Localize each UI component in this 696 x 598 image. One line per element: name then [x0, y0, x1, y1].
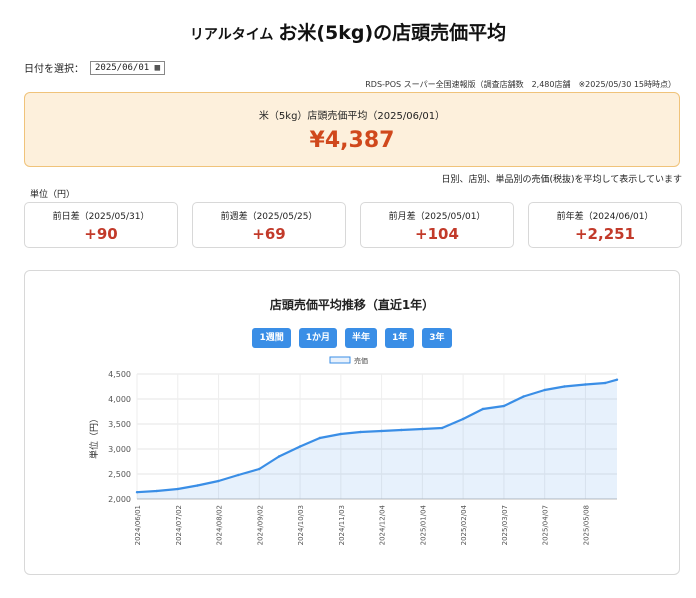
x-tick-label: 2024/07/02 — [175, 505, 183, 545]
data-point — [176, 487, 179, 491]
diff-value: +2,251 — [574, 225, 635, 243]
diff-card-week: 前週差（2025/05/25） +69 — [192, 202, 346, 248]
y-tick-label: 3,000 — [108, 445, 131, 454]
data-point — [135, 491, 139, 494]
x-tick-label: 2025/02/04 — [460, 504, 468, 545]
diff-value: +104 — [415, 225, 459, 243]
calendar-icon[interactable]: ▦ — [155, 63, 160, 73]
y-tick-label: 3,500 — [108, 420, 131, 429]
title-prefix: リアルタイム — [189, 27, 279, 43]
legend-label: 売価 — [354, 356, 368, 365]
data-point — [461, 417, 465, 421]
y-tick-label: 4,500 — [108, 370, 131, 379]
x-tick-label: 2025/03/07 — [501, 505, 509, 545]
diff-label: 前日差（2025/05/31） — [52, 212, 150, 222]
x-tick-label: 2024/12/04 — [379, 504, 387, 545]
x-tick-label: 2024/10/03 — [297, 505, 305, 545]
date-input-value: 2025/06/01 — [95, 62, 150, 73]
data-point — [584, 383, 587, 386]
date-input[interactable]: 2025/06/01 ▦ — [90, 60, 166, 75]
calc-note: 日別、店別、単品別の売価(税抜)を平均して表示しています — [441, 175, 682, 185]
data-point — [298, 445, 302, 448]
date-select-row: 日付を選択： 2025/06/01 ▦ — [24, 60, 166, 75]
title-main: お米(5kg)の店頭売価平均 — [278, 22, 507, 44]
date-select-label: 日付を選択： — [24, 64, 84, 75]
price-trend-chart: 2,000 2,500 3,000 3,500 4,000 4,500 2024/06/01… — [88, 356, 619, 545]
diff-label: 前年差（2024/06/01） — [556, 212, 654, 222]
data-point — [237, 473, 240, 477]
data-point — [380, 429, 383, 433]
data-point — [258, 467, 261, 471]
diff-label: 前週差（2025/05/25） — [220, 212, 318, 222]
diff-value: +69 — [252, 225, 286, 243]
diff-card-day: 前日差（2025/05/31） +90 — [24, 202, 178, 248]
y-tick-label: 2,000 — [108, 495, 131, 504]
data-point — [339, 432, 342, 436]
x-tick-label: 2024/11/03 — [338, 505, 346, 545]
data-point — [277, 455, 281, 458]
legend-swatch — [329, 356, 351, 364]
diff-label: 前月差（2025/05/01） — [388, 212, 486, 222]
data-point — [522, 395, 525, 398]
data-point — [155, 489, 158, 493]
x-tick-label: 2024/06/01 — [134, 505, 142, 545]
data-point — [563, 385, 566, 388]
y-axis-label: 単位（円） — [88, 414, 100, 459]
data-point — [604, 381, 607, 385]
diff-card-year: 前年差（2024/06/01） +2,251 — [528, 202, 682, 248]
x-tick-label: 2025/05/08 — [582, 505, 590, 545]
data-point — [440, 426, 444, 430]
data-point — [615, 378, 619, 381]
x-tick-label: 2025/01/04 — [419, 504, 427, 545]
page-title: リアルタイム お米(5kg)の店頭売価平均 — [0, 18, 696, 45]
y-tick-label: 2,500 — [108, 470, 131, 479]
series-area — [137, 379, 617, 499]
average-value: ¥4,387 — [309, 128, 395, 153]
data-point — [318, 436, 321, 440]
diff-value: +90 — [84, 225, 118, 243]
unit-label: 単位（円） — [30, 190, 76, 200]
data-point — [217, 479, 220, 483]
source-note: RDS-POS スーパー全国速報版（調査店舗数 2,480店舗 ※2025/05… — [365, 80, 676, 89]
chart-card: 店頭売価平均推移（直近1年） 1週間 1か月 半年 1年 3年 2,000 2,5… — [24, 270, 680, 575]
y-tick-label: 4,000 — [108, 395, 131, 404]
data-point — [359, 430, 362, 434]
data-point — [400, 428, 403, 432]
data-point — [502, 404, 506, 408]
data-point — [196, 484, 199, 487]
data-point — [421, 427, 424, 431]
average-panel: 米（5kg）店頭売価平均（2025/06/01） ¥4,387 — [24, 92, 680, 167]
x-tick-label: 2024/08/02 — [216, 505, 224, 545]
data-point — [543, 388, 546, 392]
data-point — [481, 407, 485, 411]
x-tick-label: 2024/09/02 — [256, 505, 264, 545]
x-tick-label: 2025/04/07 — [542, 505, 550, 545]
diff-card-month: 前月差（2025/05/01） +104 — [360, 202, 514, 248]
average-label: 米（5kg）店頭売価平均（2025/06/01） — [258, 111, 446, 122]
